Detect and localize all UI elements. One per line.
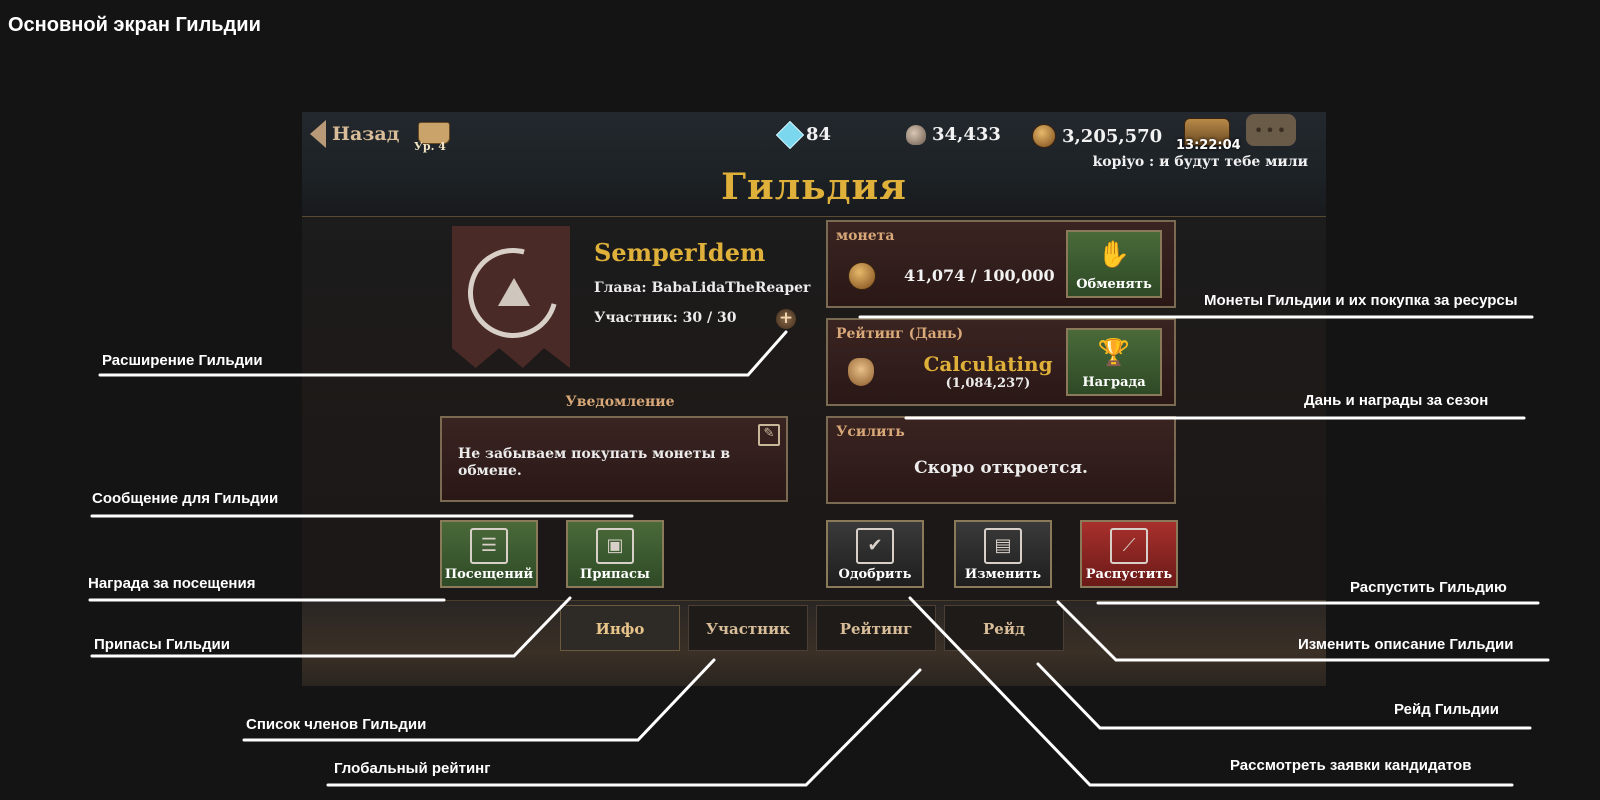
coin-panel: монета 41,074 / 100,000 ✋ Обменять xyxy=(826,220,1176,308)
notice-label: Уведомление xyxy=(565,394,675,410)
level-label: Ур. 4 xyxy=(414,140,446,153)
skulls-value: 34,433 xyxy=(932,124,1001,145)
supplies-label: Припасы xyxy=(580,567,650,582)
guild-members-count: Участник: 30 / 30 xyxy=(594,310,737,326)
edit-guild-label: Изменить xyxy=(964,567,1042,582)
notice-box: Не забываем покупать монеты в обмене. ✎ xyxy=(440,416,788,502)
skulls-counter: 34,433 xyxy=(906,124,1001,145)
attendance-label: Посещений xyxy=(444,567,534,582)
attendance-button[interactable]: ☰ Посещений xyxy=(440,520,538,588)
annotation-attendance: Награда за посещения xyxy=(88,575,256,592)
rank-panel-label: Рейтинг (Дань) xyxy=(836,326,964,342)
annotation-global-rank: Глобальный рейтинг xyxy=(334,760,491,777)
edit-icon[interactable]: ✎ xyxy=(758,424,780,446)
annotation-expand: Расширение Гильдии xyxy=(102,352,263,369)
rank-panel: Рейтинг (Дань) Calculating (1,084,237) 🏆… xyxy=(826,318,1176,406)
coin-icon xyxy=(1032,124,1056,148)
plus-icon: + xyxy=(778,308,794,328)
chest-timer: 13:22:04 xyxy=(1176,138,1241,153)
game-screen: Назад Ур. 4 84 34,433 3,205,570 13:22:04… xyxy=(302,112,1326,686)
disband-label: Распустить xyxy=(1085,567,1173,582)
tab-ranking[interactable]: Рейтинг xyxy=(816,605,936,651)
reward-button[interactable]: 🏆 Награда xyxy=(1066,328,1162,396)
checklist-icon: ☰ xyxy=(470,528,508,564)
shield-check-icon: ✔ xyxy=(856,528,894,564)
back-label: Назад xyxy=(332,123,400,145)
annotation-members-list: Список членов Гильдии xyxy=(246,716,427,733)
reward-chest[interactable]: 13:22:04 xyxy=(1176,114,1241,153)
tab-members[interactable]: Участник xyxy=(688,605,808,651)
edit-guild-button[interactable]: ▤ Изменить xyxy=(954,520,1052,588)
exchange-label: Обменять xyxy=(1076,277,1152,292)
medal-icon xyxy=(848,358,874,386)
back-arrow-icon xyxy=(310,120,326,148)
boost-panel: Усилить Скоро откроется. xyxy=(826,416,1176,504)
gems-counter: 84 xyxy=(775,120,832,149)
trophy-icon: 🏆 xyxy=(1097,338,1131,368)
tab-bar: Инфо Участник Рейтинг Рейд xyxy=(302,600,1326,686)
guild-name: SemperIdem xyxy=(594,238,766,267)
guild-leader: Глава: BabaLidaTheReaper xyxy=(594,280,811,296)
rank-status: Calculating xyxy=(923,352,1053,376)
boost-panel-label: Усилить xyxy=(836,424,905,440)
back-button[interactable]: Назад xyxy=(310,120,399,148)
approve-button[interactable]: ✔ Одобрить xyxy=(826,520,924,588)
chat-button[interactable]: ••• xyxy=(1246,114,1296,146)
approve-label: Одобрить xyxy=(838,567,912,582)
coin-panel-label: монета xyxy=(836,228,895,244)
annotation-message: Сообщение для Гильдии xyxy=(92,490,279,507)
chat-bubble-icon: ••• xyxy=(1253,120,1289,140)
reward-label: Награда xyxy=(1082,375,1146,390)
torn-banner-icon: ⟋ xyxy=(1110,528,1148,564)
notice-text: Не забываем покупать монеты в обмене. xyxy=(458,446,731,479)
gem-icon xyxy=(775,120,805,149)
guild-coin-icon xyxy=(848,262,876,290)
expand-guild-button[interactable]: + xyxy=(776,309,796,329)
guild-banner xyxy=(452,226,570,368)
disband-button[interactable]: ⟋ Распустить xyxy=(1080,520,1178,588)
annotation-disband: Распустить Гильдию xyxy=(1350,579,1507,596)
annotation-raid: Рейд Гильдии xyxy=(1394,701,1499,718)
skull-icon xyxy=(906,124,926,145)
gold-value: 3,205,570 xyxy=(1062,125,1163,147)
chest-lock-icon: ▣ xyxy=(596,528,634,564)
triquetra-icon xyxy=(498,278,530,306)
tab-raid[interactable]: Рейд xyxy=(944,605,1064,651)
tab-info[interactable]: Инфо xyxy=(560,605,680,651)
coin-count: 41,074 / 100,000 xyxy=(904,266,1055,285)
page-title: Основной экран Гильдии xyxy=(8,14,261,36)
top-bar: Назад Ур. 4 84 34,433 3,205,570 13:22:04… xyxy=(302,112,1326,217)
guild-level[interactable]: Ур. 4 xyxy=(414,122,452,153)
hand-coin-icon: ✋ xyxy=(1097,240,1131,270)
annotation-coins: Монеты Гильдии и их покупка за ресурсы xyxy=(1204,292,1518,309)
exchange-button[interactable]: ✋ Обменять xyxy=(1066,230,1162,298)
rank-value: (1,084,237) xyxy=(945,376,1031,391)
gold-counter: 3,205,570 xyxy=(1032,124,1162,148)
boost-text: Скоро откроется. xyxy=(914,458,1088,478)
annotation-edit-desc: Изменить описание Гильдии xyxy=(1298,636,1514,653)
gems-value: 84 xyxy=(806,124,832,145)
supplies-button[interactable]: ▣ Припасы xyxy=(566,520,664,588)
id-card-icon: ▤ xyxy=(984,528,1022,564)
screen-title: Гильдия xyxy=(721,166,907,208)
annotation-supplies: Припасы Гильдии xyxy=(94,636,230,653)
annotation-applications: Рассмотреть заявки кандидатов xyxy=(1230,757,1472,774)
annotation-tribute: Дань и награды за сезон xyxy=(1304,392,1489,409)
